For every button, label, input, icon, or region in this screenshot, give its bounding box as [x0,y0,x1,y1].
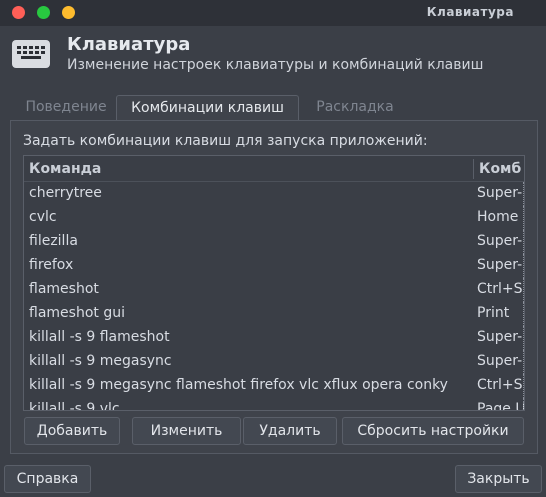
combo-cell: Home [477,209,519,225]
keyboard-icon [12,40,50,68]
command-cell: filezilla [29,233,78,249]
command-cell: killall -s 9 megasync flameshot firefox … [29,377,448,393]
row-edge [523,350,524,374]
delete-button[interactable]: Удалить [243,417,337,445]
command-cell: cherrytree [29,185,102,201]
window-title: Клавиатура [426,5,514,19]
row-edge [523,374,524,398]
command-cell: cvlc [29,209,57,225]
tab-behavior[interactable]: Поведение [20,95,112,120]
combo-cell: Super- [477,329,523,345]
maximize-window-button[interactable] [37,6,50,19]
combo-cell: Super- [477,233,523,249]
row-edge [523,182,524,206]
list-item[interactable]: killall -s 9 megasync flameshot firefox … [24,374,524,398]
command-cell: flameshot [29,281,99,297]
list-item[interactable]: killall -s 9 megasync Super- [24,350,524,374]
page-title: Клавиатура [67,34,191,55]
shortcuts-list[interactable]: Команда Комб cherrytree Super- cvlc Home f… [23,155,525,411]
row-edge [523,278,524,302]
combo-cell: Ctrl+S [477,281,523,297]
list-item[interactable]: killall -s 9 flameshot Super- [24,326,524,350]
tab-shortcuts[interactable]: Комбинации клавиш [116,95,299,122]
column-header-command[interactable]: Команда [29,161,101,177]
minimize-window-button[interactable] [62,6,75,19]
list-item[interactable]: flameshot Ctrl+S [24,278,524,302]
row-edge [523,230,524,254]
reset-button[interactable]: Сбросить настройки [342,417,524,445]
help-button[interactable]: Справка [4,465,91,493]
command-cell: killall -s 9 flameshot [29,329,170,345]
row-edge [523,398,524,410]
panel-label: Задать комбинации клавиш для запуска при… [23,133,428,149]
tab-layout[interactable]: Раскладка [310,95,400,120]
title-bar: Клавиатура [0,0,546,26]
row-edge [523,326,524,350]
list-item[interactable]: filezilla Super- [24,230,524,254]
edit-button[interactable]: Изменить [132,417,241,445]
list-item[interactable]: cherrytree Super- [24,182,524,206]
combo-cell: Ctrl+S [477,377,523,393]
row-edge [523,302,524,326]
close-window-button[interactable] [12,6,25,19]
list-item[interactable]: cvlc Home [24,206,524,230]
list-rows: cherrytree Super- cvlc Home filezilla Super… [24,182,525,411]
page-subtitle: Изменение настроек клавиатуры и комбинац… [67,57,484,73]
column-divider[interactable] [473,159,474,179]
combo-cell: Page U [477,401,525,411]
combo-cell: Super- [477,185,523,201]
list-item[interactable]: killall -s 9 vlc Page U [24,398,525,411]
command-cell: firefox [29,257,74,273]
add-button[interactable]: Добавить [24,417,120,445]
command-cell: flameshot gui [29,305,125,321]
list-item[interactable]: flameshot gui Print [24,302,524,326]
row-edge [523,254,524,278]
command-cell: killall -s 9 megasync [29,353,172,369]
row-edge [523,206,524,230]
combo-cell: Super- [477,257,523,273]
combo-cell: Super- [477,353,523,369]
shortcuts-panel: Задать комбинации клавиш для запуска при… [10,120,538,454]
close-button[interactable]: Закрыть [455,465,542,493]
list-header: Команда Комб [24,156,524,182]
list-item[interactable]: firefox Super- [24,254,524,278]
combo-cell: Print [477,305,510,321]
column-header-combo[interactable]: Комб [479,161,521,177]
command-cell: killall -s 9 vlc [29,401,120,411]
